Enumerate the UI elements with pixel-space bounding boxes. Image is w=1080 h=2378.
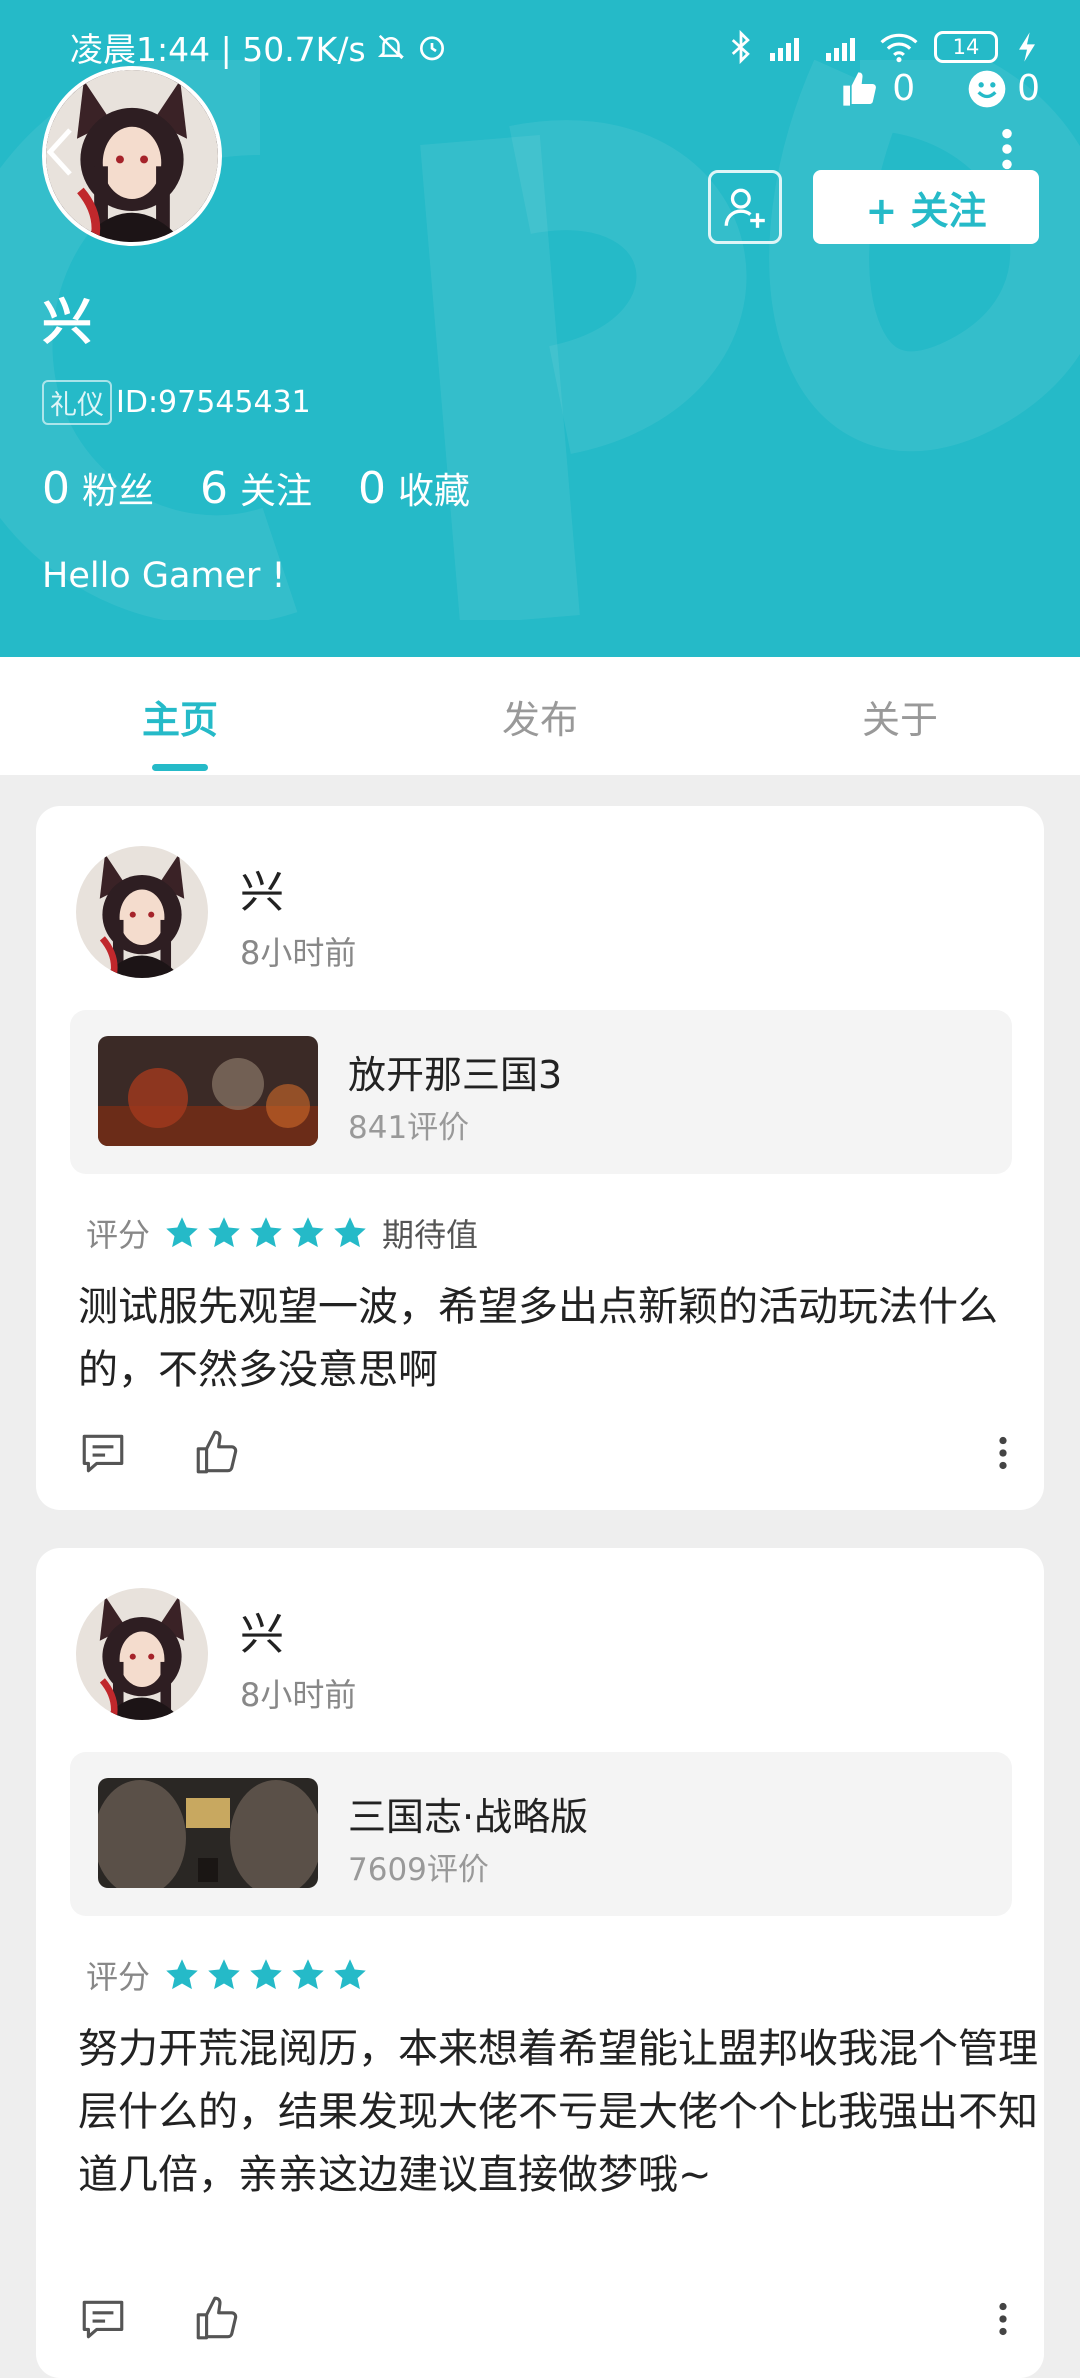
post-text[interactable]: 努力开荒混阅历，本来想着希望能让盟邦收我混个管理层什么的，结果发现大佬不亏是大佬… xyxy=(78,2018,1038,2207)
tab-posts[interactable]: 发布 xyxy=(360,657,720,775)
username: 兴 xyxy=(42,293,92,351)
fans-stat[interactable]: 0 粉丝 xyxy=(42,462,154,514)
more-options-icon[interactable] xyxy=(998,1436,1008,1470)
favorites-stat[interactable]: 0 收藏 xyxy=(358,462,470,514)
tab-home[interactable]: 主页 xyxy=(0,657,360,775)
star-icon xyxy=(290,1957,326,1993)
post-actions xyxy=(78,2294,1008,2344)
author-name[interactable]: 兴 xyxy=(240,856,284,920)
fans-label: 粉丝 xyxy=(82,471,155,512)
emoji-group[interactable]: 0 xyxy=(967,68,1040,109)
like-icon[interactable] xyxy=(192,1428,242,1478)
post-time: 8小时前 xyxy=(240,934,357,972)
follow-button[interactable]: + 关注 xyxy=(813,170,1039,244)
author-name[interactable]: 兴 xyxy=(240,1598,284,1662)
star-icon xyxy=(332,1215,368,1251)
post-card[interactable]: 兴 8小时前 放开那三国3 841评价 评分 期待值 测试服先观望一波，希望多出… xyxy=(36,806,1044,1510)
author-avatar[interactable] xyxy=(76,846,208,978)
rating-label: 评分 xyxy=(86,1216,151,1254)
comment-icon[interactable] xyxy=(78,1428,128,1478)
game-thumbnail xyxy=(98,1778,318,1888)
emoji-count: 0 xyxy=(1017,68,1040,109)
more-options-icon[interactable] xyxy=(998,2302,1008,2336)
star-icon xyxy=(248,1957,284,1993)
post-card[interactable]: 兴 8小时前 三国志·战略版 7609评价 评分 努力开荒混阅历，本来想着希望能… xyxy=(36,1548,1044,2378)
profile-header: 凌晨1:44 | 50.7K/s 14 0 0 + 关注 兴 礼仪 ID:975… xyxy=(0,0,1080,657)
rating-stars xyxy=(164,1957,368,1993)
status-bar: 凌晨1:44 | 50.7K/s 14 xyxy=(70,24,1040,70)
add-user-icon xyxy=(724,188,765,228)
star-icon xyxy=(332,1957,368,1993)
post-text[interactable]: 测试服先观望一波，希望多出点新颖的活动玩法什么的，不然多没意思啊 xyxy=(78,1276,1038,1402)
game-card[interactable]: 三国志·战略版 7609评价 xyxy=(70,1752,1012,1916)
star-icon xyxy=(164,1957,200,1993)
review-count: 7609评价 xyxy=(348,1852,489,1888)
star-icon xyxy=(248,1215,284,1251)
likes-group[interactable]: 0 xyxy=(838,68,915,109)
likes-count: 0 xyxy=(892,68,916,109)
game-card[interactable]: 放开那三国3 841评价 xyxy=(70,1010,1012,1174)
status-time-speed: 凌晨1:44 | 50.7K/s xyxy=(70,30,366,69)
expectation-label: 期待值 xyxy=(382,1216,479,1254)
favorites-label: 收藏 xyxy=(398,471,471,512)
more-vertical-icon[interactable] xyxy=(1000,128,1014,170)
rating-row: 评分 期待值 xyxy=(86,1210,478,1256)
charging-icon xyxy=(1019,32,1035,62)
star-icon xyxy=(290,1215,326,1251)
tab-about[interactable]: 关于 xyxy=(720,657,1080,775)
bell-off-icon xyxy=(377,34,404,60)
favorites-count: 0 xyxy=(358,463,387,514)
game-name: 三国志·战略版 xyxy=(348,1795,589,1839)
comment-icon[interactable] xyxy=(78,2294,128,2344)
alarm-icon xyxy=(419,36,444,61)
battery-icon: 14 xyxy=(934,31,998,63)
back-arrow-icon[interactable] xyxy=(44,126,74,178)
star-icon xyxy=(164,1215,200,1251)
review-count: 841评价 xyxy=(348,1110,470,1146)
signal-hd-icon xyxy=(770,38,799,61)
following-stat[interactable]: 6 关注 xyxy=(200,462,312,514)
bio-text: Hello Gamer ! xyxy=(42,556,286,596)
rating-row: 评分 xyxy=(86,1952,368,1998)
top-stats: 0 0 xyxy=(838,68,1040,109)
add-friend-button[interactable] xyxy=(708,170,782,244)
post-actions xyxy=(78,1428,1008,1478)
game-name: 放开那三国3 xyxy=(348,1053,563,1097)
user-id-row: 礼仪 ID:97545431 xyxy=(42,380,311,425)
rating-label: 评分 xyxy=(86,1958,151,1996)
user-tag: 礼仪 xyxy=(42,380,112,425)
post-time: 8小时前 xyxy=(240,1676,357,1714)
game-thumbnail xyxy=(98,1036,318,1146)
star-icon xyxy=(206,1957,242,1993)
following-count: 6 xyxy=(200,463,229,514)
author-avatar[interactable] xyxy=(76,1588,208,1720)
smile-icon xyxy=(968,70,1006,107)
user-id: ID:97545431 xyxy=(116,385,311,420)
signal-icon xyxy=(826,38,855,61)
follow-counts: 0 粉丝 6 关注 0 收藏 xyxy=(42,462,470,514)
like-icon[interactable] xyxy=(192,2294,242,2344)
following-label: 关注 xyxy=(240,471,313,512)
tab-bar: 主页 发布 关于 xyxy=(0,657,1080,775)
fans-count: 0 xyxy=(42,463,70,514)
bluetooth-icon xyxy=(731,30,750,64)
star-icon xyxy=(206,1215,242,1251)
thumbs-up-icon xyxy=(843,71,877,106)
rating-stars xyxy=(164,1215,368,1251)
wifi-icon xyxy=(880,33,918,63)
